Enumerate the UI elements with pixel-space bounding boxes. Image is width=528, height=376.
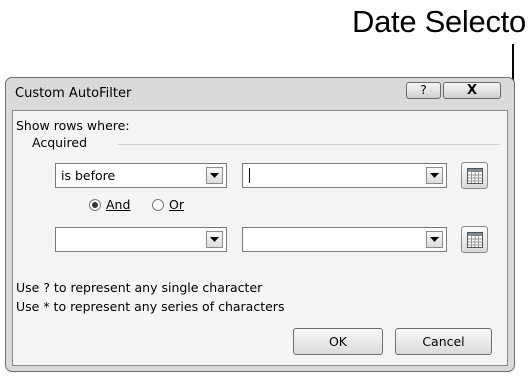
- dropdown-arrow-icon[interactable]: [426, 167, 443, 184]
- date-selector-callout: Date Selector: [352, 4, 528, 39]
- date-selector-button-1[interactable]: [461, 162, 488, 189]
- title-bar[interactable]: Custom AutoFilter ? X: [6, 78, 514, 108]
- close-button[interactable]: X: [443, 82, 501, 99]
- or-radio-label[interactable]: Or: [169, 197, 184, 212]
- calendar-icon: [467, 168, 483, 184]
- calendar-icon: [467, 232, 483, 248]
- condition1-operator-value: is before: [61, 168, 116, 183]
- dialog-title: Custom AutoFilter: [15, 86, 132, 101]
- radio-selected-dot: [92, 202, 98, 208]
- hint-single-char: Use ? to represent any single character: [16, 280, 263, 295]
- hint-series-chars: Use * to represent any series of charact…: [16, 299, 285, 314]
- ok-button-label: OK: [328, 334, 348, 349]
- show-rows-label: Show rows where:: [16, 118, 130, 133]
- condition1-value-input[interactable]: [242, 163, 447, 188]
- ok-button[interactable]: OK: [293, 328, 383, 355]
- and-radio[interactable]: [89, 199, 101, 211]
- date-selector-button-2[interactable]: [461, 226, 488, 253]
- cancel-button[interactable]: Cancel: [395, 328, 492, 355]
- group-divider: [118, 144, 500, 145]
- condition1-operator-select[interactable]: is before: [55, 163, 227, 188]
- or-radio[interactable]: [152, 199, 164, 211]
- and-radio-label[interactable]: And: [106, 197, 130, 212]
- text-caret: [249, 168, 250, 183]
- condition2-value-input[interactable]: [242, 227, 447, 252]
- condition2-operator-select[interactable]: [55, 227, 227, 252]
- field-name-label: Acquired: [32, 135, 88, 150]
- dropdown-arrow-icon[interactable]: [206, 167, 223, 184]
- dropdown-arrow-icon[interactable]: [206, 231, 223, 248]
- close-icon: X: [466, 83, 478, 98]
- cancel-button-label: Cancel: [422, 334, 465, 349]
- help-button[interactable]: ?: [406, 82, 441, 99]
- dialog-body: Show rows where: Acquired is before And: [12, 110, 508, 366]
- custom-autofilter-dialog: Custom AutoFilter ? X Show rows where: A…: [5, 77, 515, 372]
- dropdown-arrow-icon[interactable]: [426, 231, 443, 248]
- help-icon: ?: [420, 83, 427, 97]
